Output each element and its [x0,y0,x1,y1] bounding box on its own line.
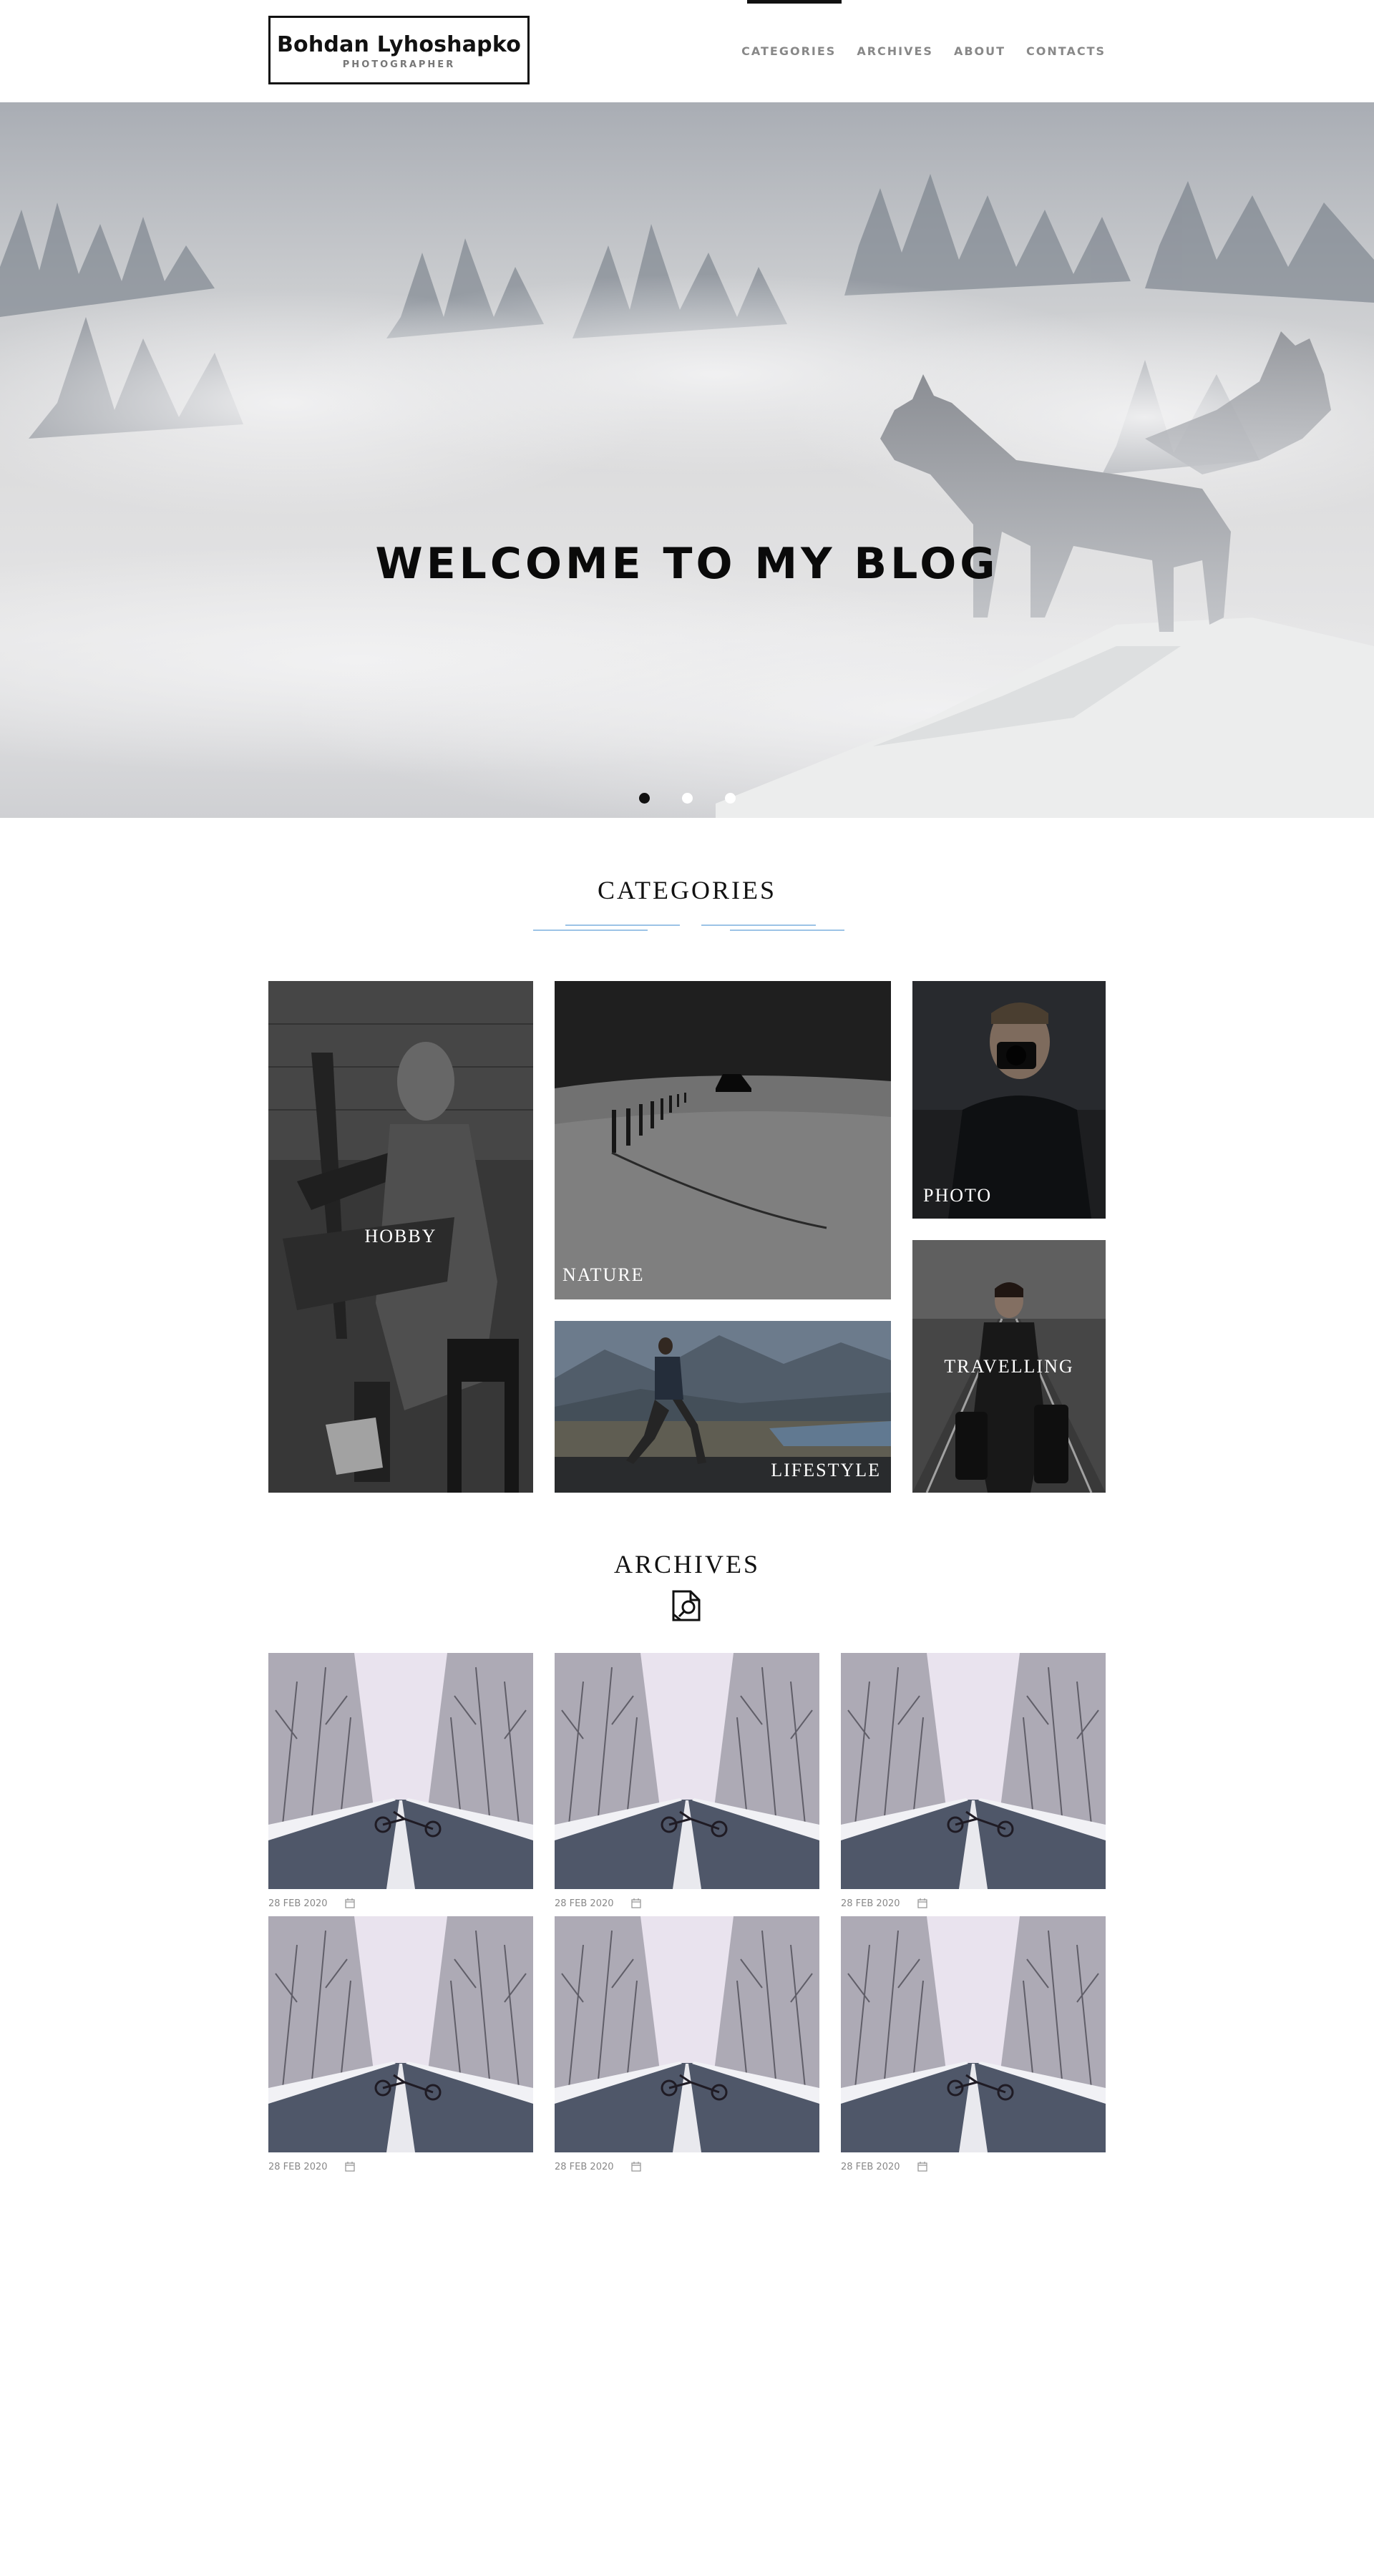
categories-divider-ornament [533,924,844,931]
nav-item-about[interactable]: ABOUT [954,44,1005,58]
archive-post-meta: 28 FEB 2020 [841,1896,927,1911]
archive-post-date: 28 FEB 2020 [268,1898,328,1909]
logo-subtitle: PHOTOGRAPHER [342,59,456,70]
main-nav: CATEGORIES ARCHIVES ABOUT CONTACTS [721,0,1106,102]
archive-post-date: 28 FEB 2020 [555,1898,614,1909]
category-label-travelling: TRAVELLING [944,1356,1074,1377]
slider-dot-1[interactable] [639,793,650,804]
calendar-icon [344,2162,355,2172]
archive-post-image [841,1653,1106,1889]
archive-post-image [555,1653,819,1889]
archives-section: ARCHIVES 28 FEB 2020 28 FEB 2020 28 FEB … [0,1531,1374,2190]
archive-post-meta: 28 FEB 2020 [268,2160,355,2174]
categories-section: CATEGORIES HOBBY NATURE PHOTO LIFESTYLE … [0,818,1374,1505]
category-card-photo[interactable]: PHOTO [912,981,1106,1219]
calendar-icon [917,2162,927,2172]
categories-title: CATEGORIES [597,876,776,904]
archive-search-icon [672,1590,701,1621]
nav-item-contacts[interactable]: CONTACTS [1026,44,1106,58]
archive-post-image [841,1916,1106,2152]
calendar-icon [344,1898,355,1908]
archive-post-card[interactable]: 28 FEB 2020 [555,1916,819,2172]
archive-post-meta: 28 FEB 2020 [555,2160,641,2174]
calendar-icon [630,2162,641,2172]
archive-post-card[interactable]: 28 FEB 2020 [268,1653,533,1909]
archive-post-image [268,1916,533,2152]
nature-image [555,981,891,1299]
site-header: Bohdan Lyhoshapko PHOTOGRAPHER CATEGORIE… [0,0,1374,102]
archive-post-date: 28 FEB 2020 [268,2161,328,2172]
hero-image [0,174,1374,818]
archive-post-card[interactable]: 28 FEB 2020 [555,1653,819,1909]
photo-image [912,981,1106,1219]
category-card-travelling[interactable]: TRAVELLING [912,1240,1106,1493]
hero-title: WELCOME TO MY BLOG [375,539,999,589]
archive-post-card[interactable]: 28 FEB 2020 [841,1653,1106,1909]
nav-item-archives[interactable]: ARCHIVES [857,44,933,58]
category-card-lifestyle[interactable]: LIFESTYLE [555,1321,891,1493]
hero-slider: WELCOME TO MY BLOG [0,102,1374,818]
category-label-photo: PHOTO [923,1185,993,1206]
category-card-hobby[interactable]: HOBBY [268,981,533,1493]
slider-dot-2[interactable] [682,793,693,804]
slider-dot-3[interactable] [725,793,736,804]
archives-title: ARCHIVES [613,1550,761,1579]
category-label-hobby: HOBBY [364,1226,437,1246]
header-inner: Bohdan Lyhoshapko PHOTOGRAPHER CATEGORIE… [268,0,1106,102]
archive-post-date: 28 FEB 2020 [555,2161,614,2172]
logo-name: Bohdan Lyhoshapko [276,32,522,57]
category-label-nature: NATURE [562,1264,645,1285]
archive-post-card[interactable]: 28 FEB 2020 [841,1916,1106,2172]
archive-post-meta: 28 FEB 2020 [555,1896,641,1911]
archive-post-date: 28 FEB 2020 [841,2161,900,2172]
category-label-lifestyle: LIFESTYLE [771,1460,881,1480]
nav-item-categories[interactable]: CATEGORIES [741,0,842,58]
archive-post-image [555,1916,819,2152]
archive-post-card[interactable]: 28 FEB 2020 [268,1916,533,2172]
archive-post-date: 28 FEB 2020 [841,1898,900,1909]
site-logo[interactable]: Bohdan Lyhoshapko PHOTOGRAPHER [268,16,530,84]
archive-post-meta: 28 FEB 2020 [268,1896,355,1911]
category-card-nature[interactable]: NATURE [555,981,891,1299]
archive-post-image [268,1653,533,1889]
archive-post-meta: 28 FEB 2020 [841,2160,927,2174]
calendar-icon [917,1898,927,1908]
calendar-icon [630,1898,641,1908]
